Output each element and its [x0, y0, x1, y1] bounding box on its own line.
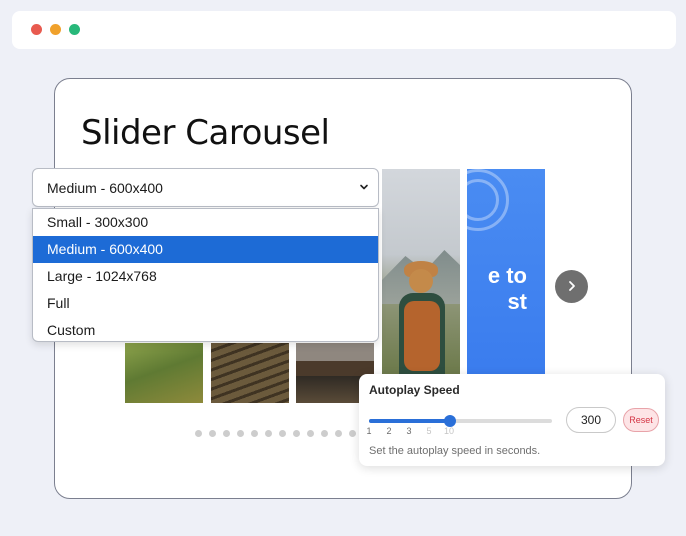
size-select-value: Medium - 600x400 [47, 180, 163, 196]
chevron-down-icon [360, 184, 368, 190]
slider-tick-label: 3 [406, 426, 412, 436]
pagination-dot[interactable] [237, 430, 244, 437]
slider-tick-label: 2 [386, 426, 392, 436]
pagination-dot[interactable] [293, 430, 300, 437]
carousel-thumbnail[interactable] [125, 343, 203, 403]
chevron-right-icon [568, 281, 575, 291]
head-shape [409, 269, 433, 293]
slide-banner-text: e to st [467, 263, 527, 315]
window-maximize-button[interactable] [69, 24, 80, 35]
carousel-pagination [195, 430, 356, 437]
slider-tick-label: 10 [443, 426, 455, 436]
browser-toolbar [12, 11, 676, 49]
pagination-dot[interactable] [265, 430, 272, 437]
window-close-button[interactable] [31, 24, 42, 35]
slide-banner-line-2: st [507, 289, 527, 314]
pagination-dot[interactable] [209, 430, 216, 437]
speed-hint-text: Set the autoplay speed in seconds. [369, 445, 541, 457]
autoplay-speed-title: Autoplay Speed [369, 383, 460, 397]
carousel-slide-blue-banner[interactable]: e to st [467, 169, 545, 377]
autoplay-speed-panel: Autoplay Speed 1 2 3 5 10 Reset Set the auto… [359, 374, 665, 466]
size-dropdown-menu: Small - 300x300 Medium - 600x400 Large - 1… [32, 208, 379, 342]
slider-tick-label: 1 [366, 426, 372, 436]
carousel-next-button[interactable] [555, 270, 588, 303]
pagination-dot[interactable] [279, 430, 286, 437]
size-select[interactable]: Medium - 600x400 [32, 168, 379, 207]
reset-button[interactable]: Reset [623, 408, 659, 432]
decor-ring [467, 169, 509, 231]
pagination-dot[interactable] [307, 430, 314, 437]
page-title: Slider Carousel [81, 113, 330, 153]
slide-banner-line-1: e to [487, 263, 527, 288]
slider-tick-label: 5 [426, 426, 432, 436]
pagination-dot[interactable] [321, 430, 328, 437]
size-option[interactable]: Large - 1024x768 [33, 263, 378, 290]
carousel-thumbnail[interactable] [211, 343, 289, 403]
pagination-dot[interactable] [223, 430, 230, 437]
pagination-dot[interactable] [349, 430, 356, 437]
window-minimize-button[interactable] [50, 24, 61, 35]
speed-input[interactable] [566, 407, 616, 433]
size-option[interactable]: Small - 300x300 [33, 209, 378, 236]
pagination-dot[interactable] [195, 430, 202, 437]
size-option[interactable]: Medium - 600x400 [33, 236, 378, 263]
size-option[interactable]: Custom [33, 317, 378, 341]
pagination-dot[interactable] [335, 430, 342, 437]
pagination-dot[interactable] [251, 430, 258, 437]
size-option[interactable]: Full [33, 290, 378, 317]
backpack-shape [404, 301, 440, 371]
speed-slider-fill [369, 419, 450, 423]
